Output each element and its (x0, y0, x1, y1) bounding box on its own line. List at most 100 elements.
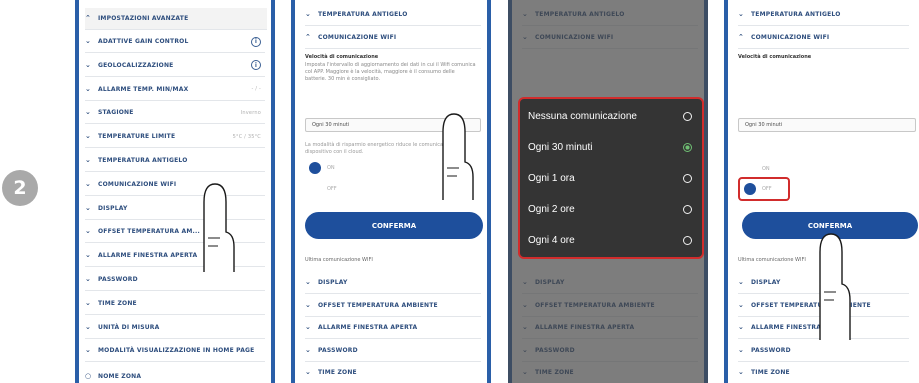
settings-row[interactable]: ⌄ PASSWORD (305, 340, 481, 362)
chevron-down-icon: ⌄ (85, 298, 92, 307)
settings-row-value: Inverno (240, 109, 261, 116)
chevron-down-icon: ⌄ (305, 345, 312, 354)
frequency-option[interactable]: Ogni 2 ore (528, 196, 694, 222)
frequency-option[interactable]: Ogni 1 ora (528, 165, 694, 191)
chevron-down-icon: ⌄ (85, 346, 92, 355)
radio-icon[interactable] (683, 235, 692, 245)
settings-row[interactable]: ⌄ OFFSET TEMPERATURA AMBIENTE (305, 295, 481, 317)
settings-row-label: ADATTIVE GAIN CONTROL (98, 38, 189, 45)
info-icon[interactable]: i (251, 36, 261, 47)
radio-icon[interactable] (683, 204, 692, 214)
screen-wifi-confirm: ⌄ TEMPERATURA ANTIGELO ⌃ COMUNICAZIONE W… (724, 0, 919, 383)
row-wifi[interactable]: ⌃ COMUNICAZIONE WIFI (305, 27, 481, 49)
chevron-up-icon: ⌃ (305, 33, 312, 41)
toggle-highlight-box (738, 177, 790, 201)
settings-row[interactable]: ⌄ UNITÀ DI MISURA (85, 317, 265, 339)
chevron-down-icon: ⌄ (738, 368, 745, 376)
confirm-button[interactable]: CONFERMA (305, 212, 483, 239)
settings-row-label: COMUNICAZIONE WIFI (98, 180, 177, 188)
row-antifreeze[interactable]: ⌄ TEMPERATURA ANTIGELO (305, 4, 481, 26)
chevron-down-icon: ⌄ (738, 300, 745, 309)
settings-row[interactable]: ⌄ PASSWORD (85, 269, 265, 291)
chevron-down-icon: ⌄ (85, 60, 92, 69)
settings-row-label: PASSWORD (751, 346, 791, 354)
chevron-down-icon: ⌄ (85, 322, 92, 331)
frequency-select[interactable]: Ogni 30 minuti (738, 118, 916, 132)
settings-row-value: 5°C / 35°C (232, 133, 261, 140)
settings-row-label: PASSWORD (98, 276, 138, 283)
row-wifi[interactable]: ⌃ COMUNICAZIONE WIFI (738, 27, 909, 49)
screen-wifi-settings: ⌄ TEMPERATURA ANTIGELO ⌃ COMUNICAZIONE W… (291, 0, 491, 383)
radio-icon[interactable] (683, 173, 692, 183)
chevron-down-icon: ⌄ (85, 108, 92, 117)
settings-row-label: TIME ZONE (751, 369, 790, 376)
frequency-option[interactable]: Ogni 30 minuti (528, 134, 694, 160)
chevron-down-icon: ⌄ (85, 251, 92, 260)
zone-name-label: NOME ZONA (98, 373, 142, 380)
settings-row[interactable]: ⌄ MODALITÀ VISUALIZZAZIONE IN HOME PAGE (85, 340, 265, 363)
last-communication-label: Ultima comunicazione WIFI (305, 257, 373, 263)
settings-row[interactable]: ⌄ DISPLAY (305, 272, 481, 294)
frequency-option-label: Nessuna comunicazione (528, 110, 637, 122)
settings-row[interactable]: ⌄ ADATTIVE GAIN CONTROL i (85, 31, 265, 53)
chevron-down-icon: ⌄ (738, 278, 745, 286)
circle-icon: ○ (85, 372, 92, 380)
frequency-option[interactable]: Ogni 4 ore (528, 227, 694, 253)
settings-row[interactable]: ⌄ TIME ZONE (738, 362, 909, 383)
frequency-option-label: Ogni 4 ore (528, 234, 575, 246)
settings-row-label: TIME ZONE (318, 369, 357, 376)
settings-row-label: TEMPERATURA ANTIGELO (98, 157, 188, 164)
chevron-down-icon: ⌄ (305, 323, 312, 331)
finger-tap-icon (203, 183, 235, 272)
settings-row[interactable]: ⌄ ALLARME TEMP. MIN/MAX - / - (85, 79, 265, 101)
last-communication-label: Ultima comunicazione WIFI (738, 257, 806, 263)
settings-row[interactable]: ⌄ TIME ZONE (305, 362, 481, 383)
info-icon[interactable]: i (251, 60, 261, 71)
chevron-down-icon: ⌄ (85, 156, 92, 164)
frequency-option-label: Ogni 2 ore (528, 203, 575, 215)
chevron-down-icon: ⌄ (85, 132, 92, 141)
chevron-up-icon: ⌃ (85, 14, 92, 22)
settings-row-label: OFFSET TEMPERATURA AM... (98, 228, 200, 236)
settings-row[interactable]: ⌄ TIME ZONE (85, 293, 265, 315)
chevron-down-icon: ⌄ (305, 368, 312, 376)
frequency-options-dialog: Nessuna comunicazione Ogni 30 minuti Ogni … (518, 97, 704, 259)
settings-row[interactable]: ⌄ GEOLOCALIZZAZIONE i (85, 55, 265, 77)
radio-icon[interactable] (683, 111, 692, 121)
chevron-down-icon: ⌄ (85, 203, 92, 212)
frequency-title: Velocità di comunicazione (305, 54, 379, 60)
chevron-down-icon: ⌄ (305, 300, 312, 309)
radio-selected-icon[interactable] (683, 142, 692, 152)
settings-row[interactable]: ⌄ TEMPERATURE LIMITE 5°C / 35°C (85, 126, 265, 149)
settings-row[interactable]: ⌄ TEMPERATURA ANTIGELO (85, 150, 265, 172)
section-header-advanced[interactable]: ⌃ IMPOSTAZIONI AVANZATE (85, 8, 267, 30)
settings-row[interactable]: ⌄ ALLARME FINESTRA APERTA (305, 317, 481, 339)
settings-row-label: ALLARME TEMP. MIN/MAX (98, 85, 189, 93)
settings-row-label: UNITÀ DI MISURA (98, 323, 160, 331)
settings-row-label: DISPLAY (751, 279, 781, 286)
frequency-option[interactable]: Nessuna comunicazione (528, 103, 694, 129)
energy-saving-toggle[interactable] (309, 162, 321, 174)
settings-row-label: OFFSET TEMPERATURA AMBIENTE (318, 301, 438, 309)
settings-row-label: ALLARME FINESTRA APERTA (98, 252, 198, 260)
frequency-title: Velocità di comunicazione (738, 54, 812, 60)
settings-row-label: STAGIONE (98, 109, 134, 117)
chevron-down-icon: ⌄ (305, 278, 312, 286)
chevron-down-icon: ⌄ (738, 10, 745, 18)
screen-advanced-settings: ⌃ IMPOSTAZIONI AVANZATE ⌄ ADATTIVE GAIN C… (75, 0, 275, 383)
chevron-down-icon: ⌄ (738, 323, 745, 331)
step-number-badge: 2 (2, 170, 38, 206)
settings-row[interactable]: ⌄ PASSWORD (738, 340, 909, 362)
chevron-down-icon: ⌄ (85, 227, 92, 236)
zone-name-row[interactable]: ○ NOME ZONA (85, 366, 265, 383)
settings-row[interactable]: ⌄ STAGIONE Inverno (85, 102, 265, 125)
settings-row-label: GEOLOCALIZZAZIONE (98, 61, 174, 69)
settings-row-label: ALLARME FINESTRA APERTA (318, 324, 418, 331)
row-antifreeze[interactable]: ⌄ TEMPERATURA ANTIGELO (738, 4, 909, 26)
finger-tap-icon (819, 233, 851, 340)
chevron-down-icon: ⌄ (85, 37, 92, 45)
settings-row-label: TIME ZONE (98, 299, 137, 307)
settings-row-label: DISPLAY (318, 279, 348, 286)
frequency-description: Imposta l'intervallo di aggiornamento de… (305, 62, 476, 82)
chevron-down-icon: ⌄ (738, 345, 745, 354)
